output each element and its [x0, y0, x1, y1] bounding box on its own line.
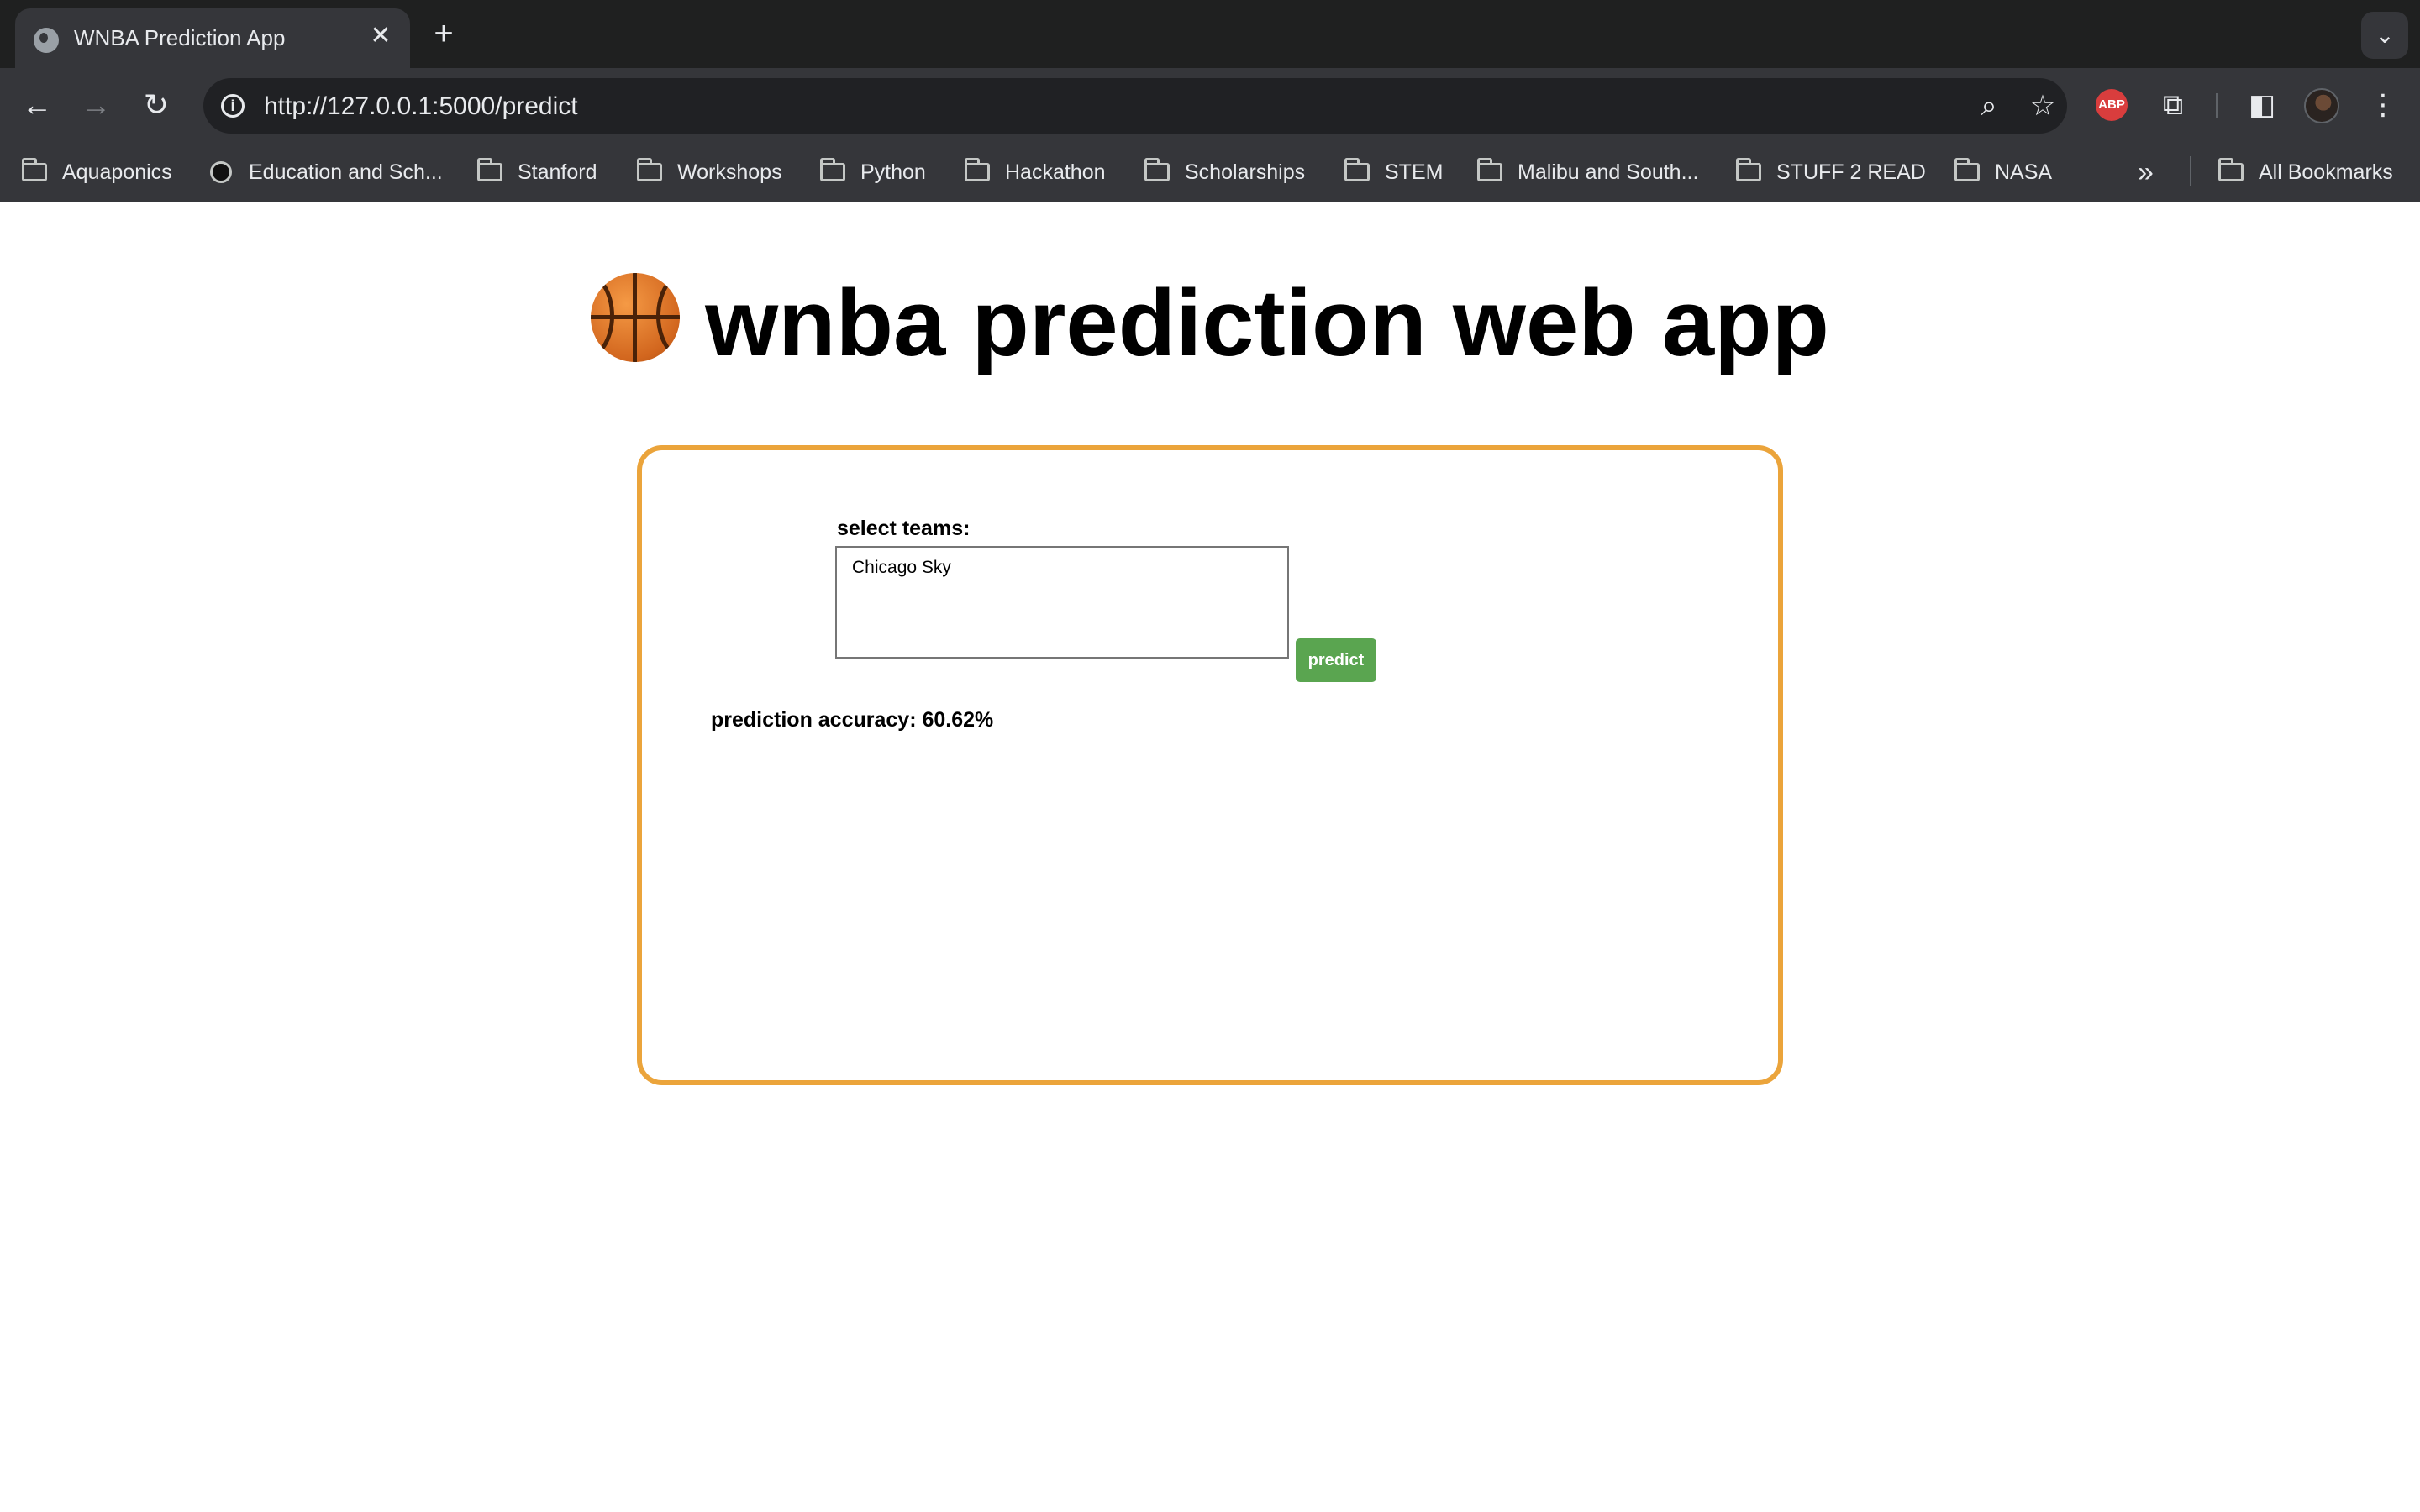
- education-icon: [210, 161, 232, 183]
- teams-select[interactable]: Chicago Sky: [835, 546, 1289, 659]
- address-bar[interactable]: i http://127.0.0.1:5000/predict ⌕ ☆: [203, 78, 2067, 134]
- prediction-accuracy: prediction accuracy: 60.62%: [711, 708, 994, 732]
- bookmark-star-icon[interactable]: ☆: [2025, 88, 2060, 123]
- folder-icon: [1477, 158, 1502, 181]
- bookmark-nasa[interactable]: NASA: [1954, 157, 2052, 187]
- prediction-card: select teams: Chicago Sky predict predic…: [637, 445, 1783, 1085]
- folder-icon: [1344, 158, 1370, 181]
- tab-search-button[interactable]: ⌄: [2361, 12, 2408, 59]
- toolbar-divider: [2216, 93, 2218, 118]
- bookmark-workshops[interactable]: Workshops: [637, 157, 782, 187]
- all-bookmarks[interactable]: All Bookmarks: [2218, 157, 2393, 187]
- bookmarks-divider: [2190, 156, 2191, 186]
- zoom-icon[interactable]: ⌕: [1971, 88, 2007, 123]
- folder-icon: [820, 158, 845, 181]
- folder-icon: [637, 158, 662, 181]
- bookmarks-bar: Aquaponics Education and Sch... Stanford…: [0, 142, 2420, 202]
- bookmarks-overflow-icon[interactable]: »: [2138, 157, 2154, 187]
- browser-tab[interactable]: WNBA Prediction App ✕: [15, 8, 410, 68]
- extensions-icon[interactable]: ⧉: [2154, 87, 2191, 123]
- folder-icon: [1144, 158, 1170, 181]
- page-title: wnba prediction web app: [0, 269, 2420, 377]
- bookmark-aquaponics[interactable]: Aquaponics: [22, 157, 172, 187]
- more-menu-icon[interactable]: ⋮: [2365, 87, 2402, 123]
- side-panel-icon[interactable]: ◧: [2244, 87, 2281, 123]
- bookmark-education[interactable]: Education and Sch...: [210, 157, 443, 187]
- bookmark-stem[interactable]: STEM: [1344, 157, 1443, 187]
- new-tab-button[interactable]: +: [425, 15, 462, 52]
- team-option[interactable]: Chicago Sky: [852, 558, 1272, 578]
- bookmark-scholarships[interactable]: Scholarships: [1144, 157, 1305, 187]
- adblock-icon[interactable]: ABP: [2096, 89, 2128, 121]
- forward-arrow-icon[interactable]: →: [77, 87, 114, 123]
- tab-strip: WNBA Prediction App ✕ + ⌄: [0, 0, 2420, 68]
- select-teams-label: select teams:: [837, 517, 971, 540]
- basketball-icon: [591, 273, 681, 362]
- close-tab-icon[interactable]: ✕: [366, 22, 395, 50]
- bookmark-malibu[interactable]: Malibu and South...: [1477, 157, 1698, 187]
- browser-toolbar: ← → ↻ i http://127.0.0.1:5000/predict ⌕ …: [0, 68, 2420, 142]
- folder-icon: [22, 158, 47, 181]
- reload-icon[interactable]: ↻: [138, 87, 175, 123]
- folder-icon: [477, 158, 502, 181]
- folder-icon: [2218, 158, 2244, 181]
- globe-icon: [34, 28, 59, 53]
- profile-avatar[interactable]: [2304, 88, 2339, 123]
- tab-title: WNBA Prediction App: [74, 25, 286, 50]
- page-title-text: wnba prediction web app: [705, 270, 1829, 375]
- folder-icon: [965, 158, 990, 181]
- bookmark-stuff-2-read[interactable]: STUFF 2 READ: [1736, 157, 1926, 187]
- bookmark-hackathon[interactable]: Hackathon: [965, 157, 1106, 187]
- folder-icon: [1954, 158, 1980, 181]
- bookmark-stanford[interactable]: Stanford: [477, 157, 597, 187]
- back-arrow-icon[interactable]: ←: [18, 87, 55, 123]
- url-text[interactable]: http://127.0.0.1:5000/predict: [264, 92, 578, 121]
- predict-button[interactable]: predict: [1296, 638, 1376, 682]
- site-info-icon[interactable]: i: [215, 88, 250, 123]
- folder-icon: [1736, 158, 1761, 181]
- bookmark-python[interactable]: Python: [820, 157, 926, 187]
